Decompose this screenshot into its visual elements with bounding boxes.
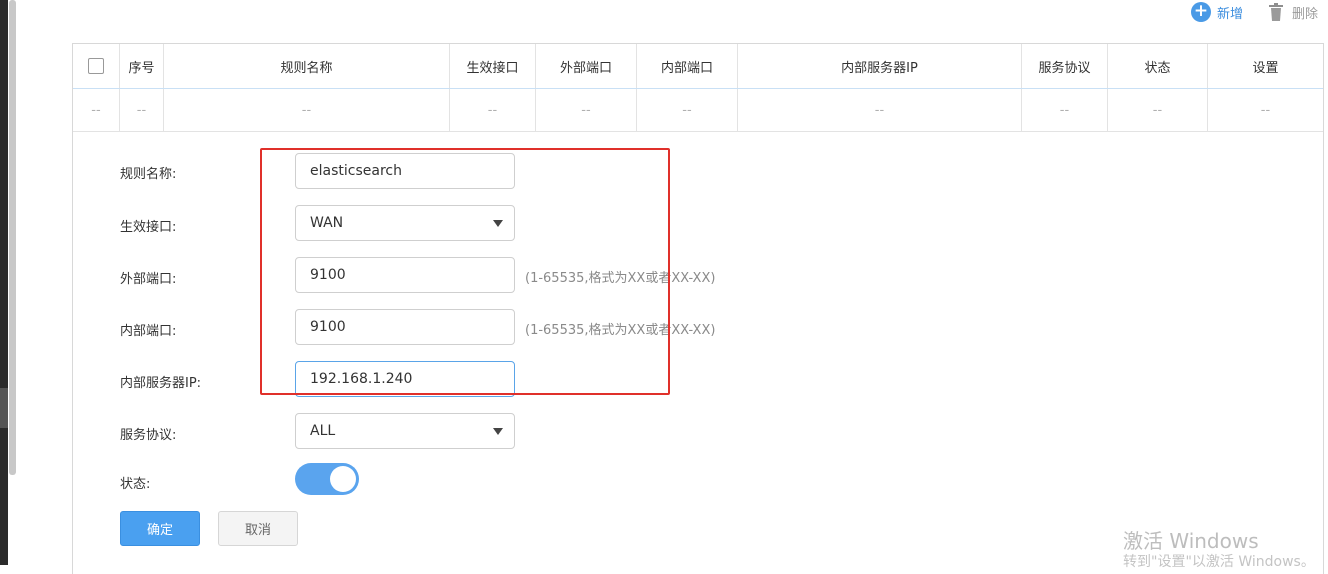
header-server-ip: 内部服务器IP: [738, 44, 1022, 88]
add-button[interactable]: + 新增: [1191, 0, 1243, 24]
table-cell: --: [1022, 89, 1108, 131]
scrollbar-thumb[interactable]: [9, 0, 16, 475]
table-cell: --: [637, 89, 738, 131]
header-internal-port: 内部端口: [637, 44, 738, 88]
table-cell: --: [1108, 89, 1208, 131]
header-settings: 设置: [1252, 60, 1279, 76]
left-edge-panel: [0, 0, 8, 565]
cancel-button[interactable]: 取消: [218, 511, 298, 546]
activate-windows-title: 激活 Windows: [1123, 529, 1259, 553]
server-ip-label: 内部服务器IP:: [120, 376, 202, 391]
header-protocol: 服务协议: [1022, 44, 1108, 88]
protocol-value: ALL: [310, 423, 336, 439]
select-all-checkbox[interactable]: [88, 58, 104, 74]
protocol-select[interactable]: ALL: [295, 413, 515, 449]
left-scrollbar-area: [0, 0, 22, 565]
table-cell: --: [536, 89, 637, 131]
dropdown-arrow-icon: [493, 428, 503, 435]
header-status: 状态: [1108, 44, 1208, 88]
trash-icon: [1269, 3, 1283, 21]
table-cell: --: [450, 89, 536, 131]
table-cell: --: [1260, 102, 1271, 118]
header-rule-name: 规则名称: [164, 44, 450, 88]
table-cell: --: [120, 89, 164, 131]
toggle-knob: [330, 466, 356, 492]
table-header-row: 序号 规则名称 生效接口 外部端口 内部端口 内部服务器IP 服务协议 状态 设…: [73, 44, 1323, 88]
delete-button-label: 删除: [1292, 6, 1319, 22]
status-toggle[interactable]: [295, 463, 359, 495]
internal-port-label: 内部端口:: [120, 324, 177, 339]
table-cell: --: [164, 89, 450, 131]
table-cell: --: [738, 89, 1022, 131]
rule-name-label: 规则名称:: [120, 167, 177, 182]
table-row: -- -- -- -- -- -- -- -- -- --: [73, 88, 1323, 132]
delete-button[interactable]: 删除: [1266, 0, 1318, 24]
plus-circle-icon: +: [1191, 2, 1211, 22]
left-edge-mark: [0, 388, 8, 428]
annotation-highlight-box: [260, 148, 670, 395]
header-index: 序号: [120, 44, 164, 88]
status-label: 状态:: [120, 477, 151, 492]
table-cell: --: [73, 89, 120, 131]
add-button-label: 新增: [1217, 6, 1244, 22]
external-port-label: 外部端口:: [120, 272, 177, 287]
header-interface: 生效接口: [450, 44, 536, 88]
header-external-port: 外部端口: [536, 44, 637, 88]
confirm-button[interactable]: 确定: [120, 511, 200, 546]
protocol-label: 服务协议:: [120, 428, 177, 443]
activate-windows-subtitle: 转到"设置"以激活 Windows。: [1123, 554, 1315, 570]
header-select-all[interactable]: [73, 44, 120, 88]
interface-label: 生效接口:: [120, 220, 177, 235]
